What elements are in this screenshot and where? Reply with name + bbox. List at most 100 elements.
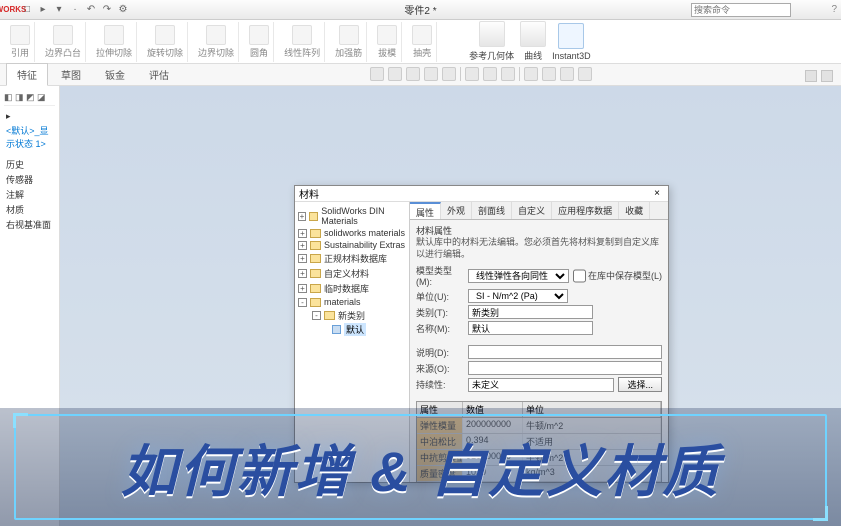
hint-title: 材料属性	[416, 224, 662, 237]
caption-frame	[14, 414, 827, 520]
view-icon[interactable]	[406, 67, 420, 81]
redo-icon[interactable]: ↷	[100, 3, 114, 17]
ribbon-item[interactable]: 拔模	[373, 22, 402, 62]
tab-hatch[interactable]: 剖面线	[472, 202, 512, 219]
view-icon[interactable]	[388, 67, 402, 81]
new-icon[interactable]: □	[20, 3, 34, 17]
ribbon-item[interactable]: 边界切除	[194, 22, 239, 62]
tab-feature[interactable]: 特征	[6, 63, 48, 86]
tree-node[interactable]: +正规材料数据库	[298, 251, 406, 266]
select-modeltype[interactable]: 线性弹性各向同性	[468, 269, 569, 283]
pane-btn[interactable]	[821, 70, 833, 82]
folder-icon	[310, 269, 321, 278]
hint-text: 默认库中的材料无法编辑。您必须首先将材料复制到自定义库以进行编辑。	[416, 237, 662, 260]
app-logo: WORKS	[4, 3, 18, 17]
tab-sheetmetal[interactable]: 钣金	[94, 63, 136, 86]
tree-node[interactable]: +Sustainability Extras	[298, 239, 406, 251]
input-source[interactable]	[468, 361, 662, 375]
ribbon-instant3d[interactable]: Instant3D	[552, 23, 591, 61]
tab-fav[interactable]: 收藏	[619, 202, 650, 219]
ribbon-item[interactable]: 抽壳	[408, 22, 437, 62]
folder-icon	[310, 241, 321, 250]
property-tabs: 属性 外观 剖面线 自定义 应用程序数据 收藏	[410, 202, 668, 220]
tree-item[interactable]: 传感器	[6, 172, 53, 187]
tab-appearance[interactable]: 外观	[441, 202, 472, 219]
ribbon-item[interactable]: 引用	[6, 22, 35, 62]
select-unit[interactable]: SI - N/m^2 (Pa)	[468, 289, 568, 303]
ribbon-item[interactable]: 加强筋	[331, 22, 367, 62]
folder-icon	[324, 311, 335, 320]
display-state[interactable]: <默认>_显示状态 1>	[6, 123, 53, 151]
select-button[interactable]: 选择...	[618, 377, 662, 392]
chk-savelib[interactable]	[573, 269, 586, 283]
material-icon	[332, 325, 341, 334]
lbl-modeltype: 模型类型(M):	[416, 264, 464, 287]
panel-tabs[interactable]: ◧ ◨ ◩ ◪	[4, 90, 55, 106]
view-icon[interactable]	[370, 67, 384, 81]
tree-item[interactable]: 注解	[6, 187, 53, 202]
input-category[interactable]	[468, 305, 593, 319]
lbl-name: 名称(M):	[416, 322, 464, 335]
folder-icon	[310, 298, 321, 307]
tab-custom[interactable]: 自定义	[512, 202, 552, 219]
input-sust	[468, 378, 614, 392]
tab-appdata[interactable]: 应用程序数据	[552, 202, 619, 219]
tree-item[interactable]: 历史	[6, 157, 53, 172]
tree-node[interactable]: +SolidWorks DIN Materials	[298, 205, 406, 227]
pane-btn[interactable]	[805, 70, 817, 82]
options-icon[interactable]: ⚙	[116, 3, 130, 17]
tab-evaluate[interactable]: 评估	[138, 63, 180, 86]
dialog-titlebar[interactable]: 材料 ×	[295, 186, 668, 202]
dialog-title: 材料	[299, 186, 319, 201]
folder-icon	[310, 284, 321, 293]
pane-buttons	[805, 70, 833, 82]
open-icon[interactable]: ▸	[36, 3, 50, 17]
feature-tree[interactable]: ▸ <默认>_显示状态 1> 历史 传感器 注解 材质 右视基准面	[4, 106, 55, 236]
undo-icon[interactable]: ↶	[84, 3, 98, 17]
input-name[interactable]	[468, 321, 593, 335]
folder-icon	[310, 229, 321, 238]
tab-properties[interactable]: 属性	[410, 202, 441, 219]
tree-node[interactable]: +solidworks materials	[298, 227, 406, 239]
ribbon-item[interactable]: 边界凸台	[41, 22, 86, 62]
view-icon[interactable]	[424, 67, 438, 81]
ribbon: 引用 边界凸台 拉伸切除 旋转切除 边界切除 圆角 线性阵列 加强筋 拔模 抽壳…	[0, 20, 841, 64]
lbl-sust: 持续性:	[416, 378, 464, 391]
ribbon-refgeom[interactable]: 参考几何体	[469, 21, 514, 62]
ribbon-item[interactable]: 拉伸切除	[92, 22, 137, 62]
view-icon[interactable]	[442, 67, 456, 81]
view-icon[interactable]	[560, 67, 574, 81]
view-icon[interactable]	[465, 67, 479, 81]
tab-sketch[interactable]: 草图	[50, 63, 92, 86]
ribbon-item[interactable]: 线性阵列	[280, 22, 325, 62]
view-toolbar	[370, 67, 592, 81]
print-icon[interactable]: ·	[68, 3, 82, 17]
tree-node[interactable]: +自定义材料	[298, 266, 406, 281]
search-input[interactable]	[691, 3, 791, 17]
lbl-desc: 说明(D):	[416, 346, 464, 359]
tree-leaf-selected[interactable]: 默认	[298, 323, 406, 336]
view-icon[interactable]	[578, 67, 592, 81]
help-icon[interactable]: ?	[831, 4, 837, 15]
input-desc[interactable]	[468, 345, 662, 359]
save-icon[interactable]: ▾	[52, 3, 66, 17]
ribbon-item[interactable]: 圆角	[245, 22, 274, 62]
view-icon[interactable]	[542, 67, 556, 81]
view-icon[interactable]	[524, 67, 538, 81]
view-icon[interactable]	[501, 67, 515, 81]
folder-icon	[310, 254, 321, 263]
ribbon-curves[interactable]: 曲线	[520, 21, 546, 62]
lbl-category: 类别(T):	[416, 306, 464, 319]
tree-item[interactable]: 右视基准面	[6, 217, 53, 232]
tree-node[interactable]: -新类别	[298, 308, 406, 323]
window-title: 零件2 *	[404, 2, 436, 17]
lbl-source: 来源(O):	[416, 362, 464, 375]
tree-item[interactable]: 材质	[6, 202, 53, 217]
view-icon[interactable]	[483, 67, 497, 81]
title-bar: WORKS □ ▸ ▾ · ↶ ↷ ⚙ 零件2 * ?	[0, 0, 841, 20]
properties-form: 材料属性 默认库中的材料无法编辑。您必须首先将材料复制到自定义库以进行编辑。 模…	[410, 220, 668, 398]
close-icon[interactable]: ×	[650, 188, 664, 199]
ribbon-item[interactable]: 旋转切除	[143, 22, 188, 62]
tree-node[interactable]: +临时数据库	[298, 281, 406, 296]
tree-node[interactable]: -materials	[298, 296, 406, 308]
